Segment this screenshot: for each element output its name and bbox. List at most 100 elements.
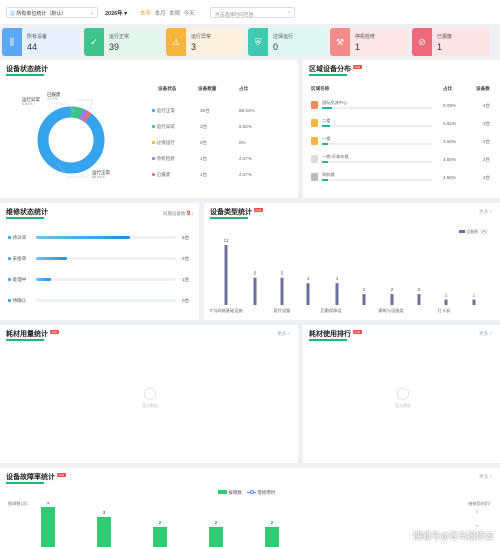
type-bar	[335, 283, 339, 305]
stat-card[interactable]: ⚠ 运行异常 3	[166, 28, 244, 56]
type-bar	[224, 245, 228, 305]
chevron-down-icon: ⌄	[286, 10, 291, 15]
donut-label-abnormal: 运行异常 6.82%	[22, 97, 40, 107]
tab-this-week[interactable]: 本周	[169, 11, 180, 17]
stat-card[interactable]: ⫼ 所有设备 44	[2, 28, 80, 56]
device-bars-icon: ⫼	[2, 28, 22, 56]
type-bar-value: 5	[281, 271, 284, 276]
new-badge: new	[254, 208, 263, 212]
status-row-pct: 2.27%	[239, 172, 253, 177]
fault-legend: 报障数 借修用时	[218, 490, 275, 496]
consumables-rank-panel: 耗材使用排行 new 更多 > ⬡ 暂无数据	[303, 325, 500, 463]
stat-card[interactable]: ⚒ 停机检修 1	[330, 28, 408, 56]
repair-name: 未接单	[12, 256, 27, 261]
region-name[interactable]: 琴韵楼	[322, 172, 335, 178]
caret-down-icon: ▾	[124, 11, 128, 17]
title-underline	[6, 339, 44, 341]
region-bar-fill	[322, 125, 330, 127]
type-bar	[417, 294, 421, 305]
year-select[interactable]: 2026年 ▾	[105, 9, 127, 17]
fault-bar	[97, 517, 111, 547]
type-bar-value: 1	[445, 293, 448, 298]
donut-label-normal: 运行正常 88.64%	[92, 170, 110, 180]
shield-check-icon: ⛨	[248, 28, 268, 56]
repair-row-label: 待派单	[8, 235, 26, 241]
repair-bar-track	[36, 278, 176, 281]
type-tick-label: 打卡机	[438, 307, 451, 314]
region-icon	[311, 173, 318, 181]
region-name[interactable]: 二楼	[322, 118, 330, 124]
region-icon	[311, 155, 318, 163]
panel-title-text: 耗材用量统计	[6, 331, 48, 338]
fault-bar	[265, 527, 279, 547]
chevron-right-icon[interactable]: ›	[192, 211, 194, 216]
panel-title-text: 耗材使用排行	[309, 331, 351, 338]
stat-value: 0	[273, 42, 279, 52]
status-dot	[152, 157, 155, 160]
empty-state: ⬡ 暂无数据	[383, 387, 423, 409]
type-bar	[444, 299, 448, 305]
region-bar-track	[322, 161, 432, 163]
region-bar-track	[322, 107, 432, 109]
repair-bar-fill	[36, 278, 52, 281]
status-dot	[152, 109, 155, 112]
empty-box-icon: ⬡	[143, 386, 157, 403]
ban-icon: ⊘	[412, 28, 432, 56]
type-bar	[390, 294, 394, 305]
donut-segment-scrapped	[82, 111, 92, 123]
stat-card[interactable]: ⊘ 已报废 1	[412, 28, 490, 56]
stat-card[interactable]: ⛨ 过保运行 0	[248, 28, 326, 56]
type-tick-label: 后勤保障设	[321, 307, 343, 314]
repair-count: 0台	[182, 298, 190, 303]
status-name: 停机检修	[156, 156, 175, 161]
region-pct: 4.55%	[443, 139, 457, 144]
fault-bar-value: 2	[159, 520, 162, 525]
fault-bar	[209, 527, 223, 547]
warning-icon: ⚠	[166, 28, 186, 56]
title-underline	[309, 74, 347, 76]
repair-bar-track	[36, 299, 176, 302]
region-icon	[311, 101, 318, 109]
type-bar-value: 5	[254, 271, 257, 276]
tab-this-year[interactable]: 本年	[140, 11, 151, 17]
region-name[interactable]: 一楼	[322, 136, 330, 142]
status-row-pct: 88.64%	[239, 108, 255, 113]
period-value: 9	[186, 210, 191, 217]
repair-row-label: 未接单	[8, 256, 26, 262]
status-dot	[152, 125, 155, 128]
title-underline	[6, 482, 44, 484]
type-tick-label: 医疗设备	[274, 307, 292, 314]
more-link[interactable]: 更多 >	[277, 331, 290, 337]
stat-label: 运行正常	[109, 34, 130, 40]
region-count: 2台	[483, 175, 491, 180]
more-link[interactable]: 更多 >	[479, 331, 492, 337]
repair-count: 6台	[182, 235, 190, 240]
region-name[interactable]: 一期-开拿东楼	[322, 154, 349, 160]
more-link[interactable]: 更多 >	[479, 474, 492, 480]
title-underline	[6, 217, 44, 219]
year-select-value: 2026年	[105, 11, 123, 17]
stat-card[interactable]: ✓ 运行正常 39	[84, 28, 162, 56]
type-bar	[253, 277, 257, 305]
status-row-name: 运行异常	[152, 124, 175, 130]
region-distribution-panel: 区域设备分布 new 区域名称 占比 设备数 国际交流中心 9.09% 4台 二楼 6.8…	[303, 60, 500, 198]
new-badge: new	[353, 65, 362, 69]
donut-segment-normal	[37, 106, 105, 174]
fault-bar	[153, 527, 167, 547]
unit-select[interactable]: ▦ 所有单位统计（默认） ⌄	[6, 7, 98, 18]
region-count: 4台	[483, 103, 491, 108]
status-row-pct: 2.27%	[239, 156, 253, 161]
repair-name: 待派单	[12, 235, 27, 240]
region-name[interactable]: 国际交流中心	[322, 100, 347, 106]
status-row-pct: 0%	[239, 140, 246, 145]
date-range-input[interactable]: 点击选择时间范围 ⌄	[210, 7, 295, 18]
stat-label: 已报废	[437, 34, 453, 40]
repair-status-panel: 维修状态统计 同期设备数 9 › 待派单 6台 未接单 2台 处理中 1台 待确认 0台	[0, 203, 199, 320]
panel-title-text: 设备故障率统计	[6, 474, 55, 481]
tab-today[interactable]: 今天	[184, 11, 195, 17]
status-name: 过保运行	[156, 140, 175, 145]
type-bar-value: 2	[391, 287, 394, 292]
more-link[interactable]: 更多 >	[479, 209, 492, 215]
region-icon	[311, 137, 318, 145]
tab-this-month[interactable]: 本月	[155, 11, 166, 17]
